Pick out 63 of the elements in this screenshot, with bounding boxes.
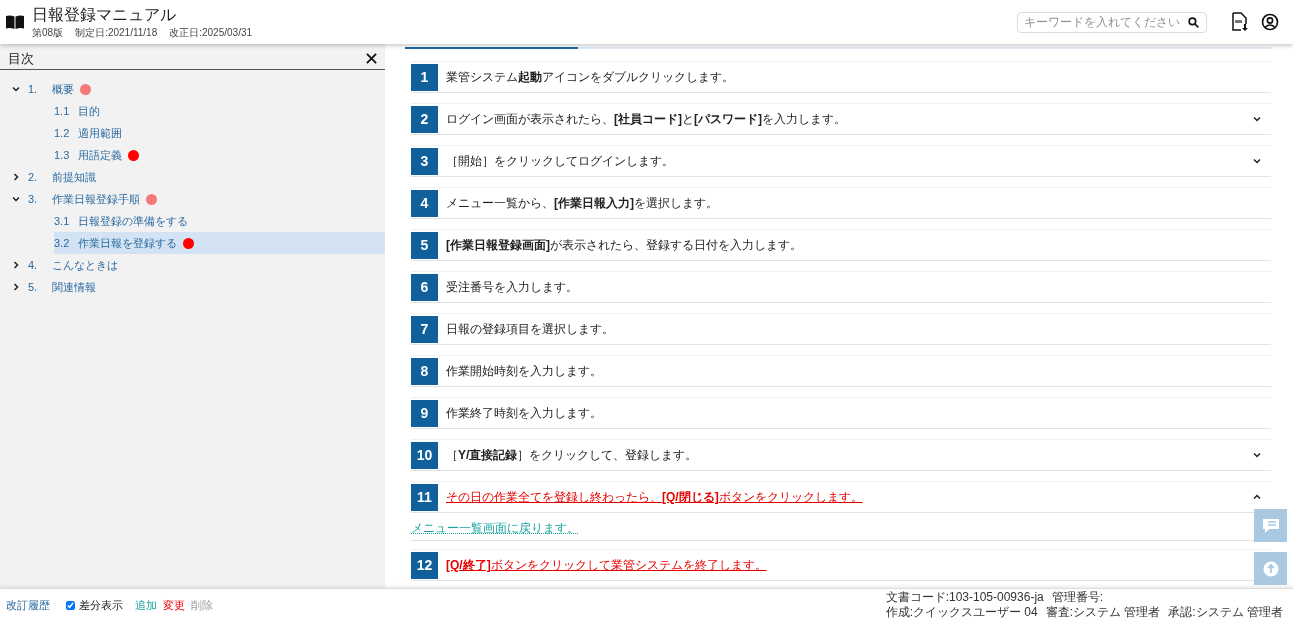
step-number: 11 <box>411 483 438 511</box>
toc-item[interactable]: 2. 前提知識 <box>0 166 385 188</box>
step-number: 2 <box>411 105 438 133</box>
step-number: 6 <box>411 273 438 301</box>
step-detail-text: メニュー一覧画面に戻ります。 <box>411 519 579 537</box>
step-text: 受注番号を入力します。 <box>446 279 579 296</box>
arrow-up-icon <box>1262 560 1279 577</box>
step-row[interactable]: 10 ［Y/直接記録］をクリックして、登録します。 <box>411 439 1271 471</box>
step-text: 業管システム起動アイコンをダブルクリックします。 <box>446 69 735 86</box>
legend-label: 削除 <box>191 597 213 613</box>
step-number: 5 <box>411 231 438 259</box>
revision-history-link[interactable]: 改訂履歴 <box>6 596 50 614</box>
step-number: 12 <box>411 551 438 579</box>
step-number: 3 <box>411 147 438 175</box>
step-text: ［Y/直接記録］をクリックして、登録します。 <box>446 447 699 464</box>
toc-item[interactable]: 1.1 目的 <box>54 100 385 122</box>
close-icon[interactable] <box>366 53 377 64</box>
pdf-download-icon[interactable] <box>1231 12 1249 32</box>
step-text: その日の作業全てを登録し終わったら、[Q/閉じる]ボタンをクリックします。 <box>446 489 864 506</box>
step-number: 1 <box>411 63 438 91</box>
step-text: ［開始］をクリックしてログインします。 <box>446 153 675 170</box>
step-text: 作業開始時刻を入力します。 <box>446 363 603 380</box>
author-label: 作成:クイックスユーザー 04 <box>885 605 1038 620</box>
manual-title: 日報登録マニュアル <box>32 4 177 25</box>
step-number: 8 <box>411 357 438 385</box>
step-row[interactable]: 3 ［開始］をクリックしてログインします。 <box>411 145 1271 177</box>
legend-label: 変更 <box>163 597 185 613</box>
reviewer-label: 審査:システム 管理者 <box>1045 605 1161 620</box>
approver-label: 承認:システム 管理者 <box>1168 605 1283 620</box>
toc-item[interactable]: 4. こんなときは <box>0 254 385 276</box>
book-icon <box>6 15 24 29</box>
step-number: 4 <box>411 189 438 217</box>
step-text: 日報の登録項目を選択します。 <box>446 321 615 338</box>
search-field[interactable]: キーワードを入れてください <box>1017 11 1207 33</box>
document-code: 文書コード:103-105-00936-ja <box>885 590 1044 605</box>
edition-label: 第08版 <box>32 25 64 40</box>
step-number: 7 <box>411 315 438 343</box>
diff-label: 差分表示 <box>79 597 123 613</box>
toc-item[interactable]: 5. 関連情報 <box>0 276 385 298</box>
toc-item[interactable]: 3.1 日報登録の準備をする <box>54 210 385 232</box>
toc-title: 目次 <box>8 49 34 68</box>
legend-label: 追加 <box>135 597 157 613</box>
toc-item[interactable]: 1.3 用語定義 <box>54 144 385 166</box>
step-number: 10 <box>411 441 438 469</box>
diff-checkbox[interactable] <box>66 600 75 610</box>
step-text: メニュー一覧から、[作業日報入力]を選択します。 <box>446 195 719 212</box>
step-text: [作業日報登録画面]が表示されたら、登録する日付を入力します。 <box>446 237 803 254</box>
toc-item[interactable]: 3.2 作業日報を登録する <box>54 232 385 254</box>
toc-item[interactable]: 1. 概要 <box>0 78 385 100</box>
toc-item[interactable]: 1.2 適用範囲 <box>54 122 385 144</box>
revised-date: 改正日:2025/03/31 <box>169 25 253 40</box>
step-text: 作業終了時刻を入力します。 <box>446 405 603 422</box>
step-text: ログイン画面が表示されたら、[社員コード]と[パスワード]を入力します。 <box>446 111 847 128</box>
toc-item[interactable]: 3. 作業日報登録手順 <box>0 188 385 210</box>
management-number: 管理番号: <box>1051 590 1104 605</box>
search-icon[interactable] <box>1187 15 1200 29</box>
user-account-icon[interactable] <box>1261 13 1279 31</box>
step-number: 9 <box>411 399 438 427</box>
created-date: 制定日:2021/11/18 <box>75 25 158 40</box>
step-row[interactable]: 11 その日の作業全てを登録し終わったら、[Q/閉じる]ボタンをクリックします。 <box>411 481 1271 513</box>
step-row[interactable]: 2 ログイン画面が表示されたら、[社員コード]と[パスワード]を入力します。 <box>411 103 1271 135</box>
step-text: [Q/終了]ボタンをクリックして業管システムを終了します。 <box>446 557 768 574</box>
comment-icon <box>1261 517 1280 534</box>
